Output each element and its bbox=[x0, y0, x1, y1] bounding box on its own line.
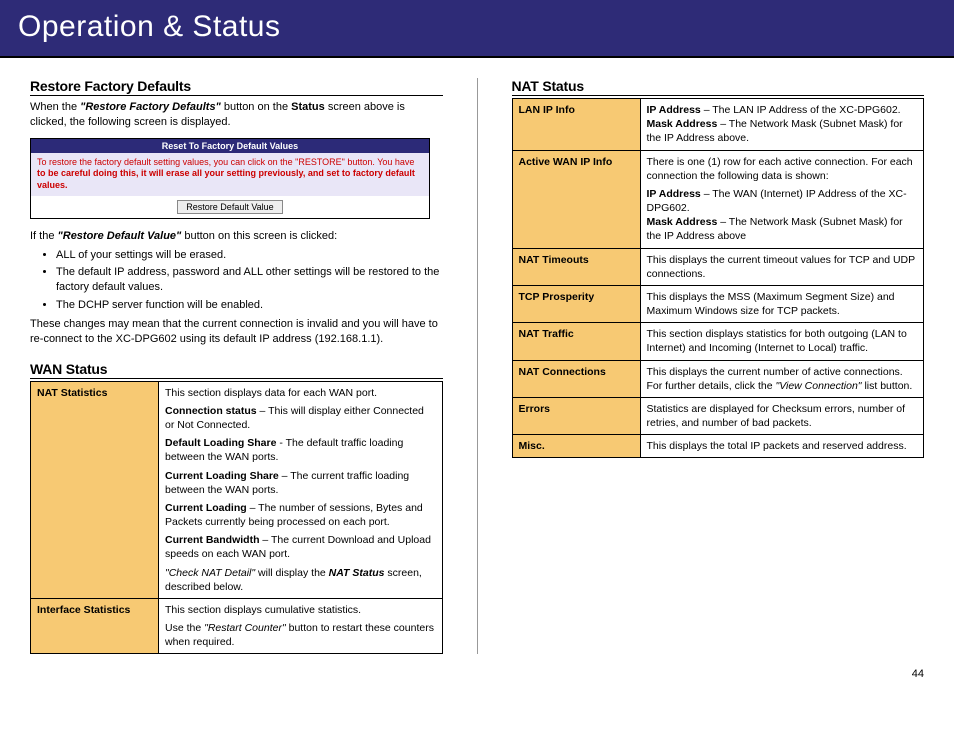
row-label: NAT Connections bbox=[512, 360, 640, 397]
table-row: TCP Prosperity This displays the MSS (Ma… bbox=[512, 285, 924, 322]
row-desc: IP Address – The LAN IP Address of the X… bbox=[640, 99, 924, 151]
t: Mask Address bbox=[647, 118, 718, 130]
table-row: Misc. This displays the total IP packets… bbox=[512, 435, 924, 458]
list-item: The default IP address, password and ALL… bbox=[56, 265, 443, 295]
t: NAT Status bbox=[329, 567, 385, 579]
nat-heading: NAT Status bbox=[512, 78, 925, 96]
wan-heading: WAN Status bbox=[30, 361, 443, 379]
table-row: NAT Traffic This section displays statis… bbox=[512, 323, 924, 360]
nat-table: LAN IP Info IP Address – The LAN IP Addr… bbox=[512, 98, 925, 458]
row-desc: This displays the MSS (Maximum Segment S… bbox=[640, 285, 924, 322]
router-button-row: Restore Default Value bbox=[31, 196, 429, 218]
row-desc: This displays the current number of acti… bbox=[640, 360, 924, 397]
row-desc: There is one (1) row for each active con… bbox=[640, 150, 924, 248]
t: If the bbox=[30, 230, 58, 242]
t: to be careful doing this, it will erase … bbox=[37, 168, 415, 190]
t: "Restore Factory Defaults" bbox=[80, 101, 221, 113]
restore-after-intro: If the "Restore Default Value" button on… bbox=[30, 229, 443, 244]
router-warning: To restore the factory default setting v… bbox=[31, 153, 429, 196]
t: IP Address bbox=[647, 104, 701, 116]
row-label: LAN IP Info bbox=[512, 99, 640, 151]
router-title: Reset To Factory Default Values bbox=[31, 139, 429, 153]
table-row: Active WAN IP Info There is one (1) row … bbox=[512, 150, 924, 248]
t: Current Bandwidth bbox=[165, 534, 260, 546]
t: will display the bbox=[258, 567, 329, 579]
t: Use the bbox=[165, 622, 204, 634]
row-label: Misc. bbox=[512, 435, 640, 458]
t: "Restore Default Value" bbox=[58, 230, 182, 242]
restore-heading: Restore Factory Defaults bbox=[30, 78, 443, 96]
left-column: Restore Factory Defaults When the "Resto… bbox=[30, 78, 443, 654]
restore-intro: When the "Restore Factory Defaults" butt… bbox=[30, 100, 443, 130]
router-screenshot: Reset To Factory Default Values To resto… bbox=[30, 138, 430, 219]
t: Current Loading bbox=[165, 502, 247, 514]
right-column: NAT Status LAN IP Info IP Address – The … bbox=[512, 78, 925, 654]
t: Current Loading Share bbox=[165, 470, 279, 482]
row-desc: This section displays statistics for bot… bbox=[640, 323, 924, 360]
table-row: LAN IP Info IP Address – The LAN IP Addr… bbox=[512, 99, 924, 151]
row-label: NAT Timeouts bbox=[512, 248, 640, 285]
table-row: Interface Statistics This section displa… bbox=[31, 598, 443, 654]
t: Mask Address bbox=[647, 216, 718, 228]
page-banner: Operation & Status bbox=[0, 0, 954, 58]
t: There is one (1) row for each active con… bbox=[647, 155, 918, 183]
t: "View Connection" bbox=[775, 380, 861, 392]
list-item: ALL of your settings will be erased. bbox=[56, 248, 443, 263]
t: Connection status bbox=[165, 405, 257, 417]
page-number: 44 bbox=[0, 664, 954, 690]
row-label: NAT Statistics bbox=[31, 381, 159, 598]
t: Default Loading Share bbox=[165, 437, 276, 449]
row-label: TCP Prosperity bbox=[512, 285, 640, 322]
table-row: NAT Statistics This section displays dat… bbox=[31, 381, 443, 598]
t: list button. bbox=[864, 380, 912, 392]
t: "Restart Counter" bbox=[204, 622, 286, 634]
restore-default-button[interactable]: Restore Default Value bbox=[177, 200, 282, 214]
row-desc: Statistics are displayed for Checksum er… bbox=[640, 397, 924, 434]
row-label: Active WAN IP Info bbox=[512, 150, 640, 248]
t: "Check NAT Detail" bbox=[165, 567, 255, 579]
row-desc: This section displays data for each WAN … bbox=[159, 381, 443, 598]
list-item: The DCHP server function will be enabled… bbox=[56, 298, 443, 313]
t: This section displays cumulative statist… bbox=[165, 604, 361, 616]
row-desc: This displays the total IP packets and r… bbox=[640, 435, 924, 458]
page-body: Restore Factory Defaults When the "Resto… bbox=[0, 58, 954, 664]
t: IP Address bbox=[647, 188, 701, 200]
t: To restore the factory default setting v… bbox=[37, 157, 414, 167]
wan-table: NAT Statistics This section displays dat… bbox=[30, 381, 443, 655]
table-row: NAT Timeouts This displays the current t… bbox=[512, 248, 924, 285]
t: – The LAN IP Address of the XC-DPG602. bbox=[701, 104, 901, 116]
row-label: Interface Statistics bbox=[31, 598, 159, 654]
t: When the bbox=[30, 101, 80, 113]
restore-bullets: ALL of your settings will be erased. The… bbox=[36, 248, 443, 313]
row-desc: This section displays cumulative statist… bbox=[159, 598, 443, 654]
t: Status bbox=[291, 101, 325, 113]
column-divider bbox=[477, 78, 478, 654]
t: button on the bbox=[224, 101, 291, 113]
table-row: NAT Connections This displays the curren… bbox=[512, 360, 924, 397]
t: This section displays data for each WAN … bbox=[165, 387, 377, 399]
row-label: NAT Traffic bbox=[512, 323, 640, 360]
row-desc: This displays the current timeout values… bbox=[640, 248, 924, 285]
table-row: Errors Statistics are displayed for Chec… bbox=[512, 397, 924, 434]
t: button on this screen is clicked: bbox=[184, 230, 337, 242]
restore-closing: These changes may mean that the current … bbox=[30, 317, 443, 347]
row-label: Errors bbox=[512, 397, 640, 434]
